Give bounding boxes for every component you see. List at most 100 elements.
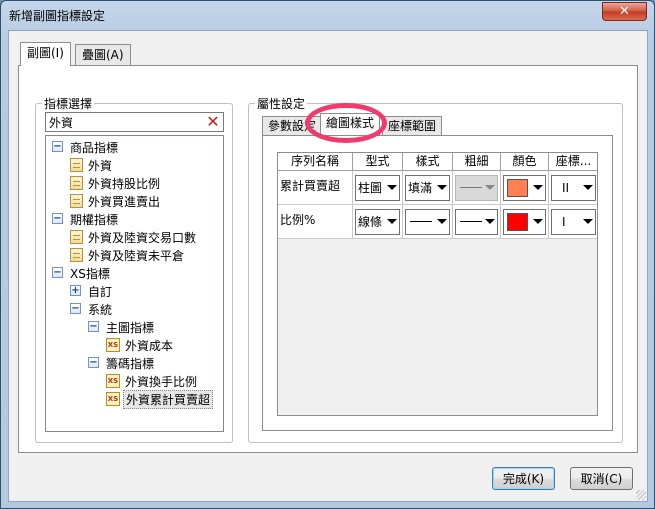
axis-cell: I (549, 205, 597, 239)
tree-node-label-selected: 外資累計買賣超 (123, 390, 214, 409)
xs-script-icon: XS (106, 374, 120, 388)
style-dropdown[interactable]: 填滿 (405, 175, 450, 201)
tree-node-custom[interactable]: + 自訂 (46, 282, 223, 300)
color-swatch (507, 213, 528, 231)
tree-node-label: 商品指標 (70, 141, 119, 155)
tree-node-label: 外資及陸資未平倉 (88, 249, 185, 263)
tree-node-main-chart-indicators[interactable]: − 主圖指標 (46, 318, 223, 336)
dropdown-arrow-icon (437, 219, 447, 224)
style-cell (403, 205, 453, 239)
type-value: 柱圖 (358, 181, 383, 195)
clear-search-icon[interactable]: ✕ (205, 113, 221, 131)
collapse-icon[interactable]: − (52, 141, 63, 152)
style-dropdown[interactable] (405, 209, 450, 235)
tree-node-label: 外資成本 (125, 339, 174, 353)
tree-node-label: 外資及陸資交易口數 (88, 231, 197, 245)
tree-node-foreign-cumulative[interactable]: XS 外資累計買賣超 (46, 390, 223, 409)
column-header-style[interactable]: 樣式 (403, 153, 453, 171)
document-icon (70, 176, 83, 190)
collapse-icon[interactable]: − (70, 303, 81, 314)
thickness-dropdown[interactable] (455, 209, 498, 235)
tree-node-foreign-buy-sell[interactable]: 外資買進賣出 (46, 192, 223, 210)
tree-node-label: 自訂 (88, 285, 113, 299)
expand-icon[interactable]: + (70, 285, 81, 296)
tree-node-label: 外資 (88, 159, 113, 173)
dropdown-arrow-icon (387, 219, 397, 224)
document-icon (70, 194, 83, 208)
title-bar[interactable]: 新增副圖指標設定 ✕ (1, 1, 654, 29)
line-thickness-sample (460, 221, 482, 222)
dropdown-arrow-icon (485, 219, 495, 224)
dropdown-arrow-icon (533, 219, 543, 224)
property-settings-legend: 屬性設定 (257, 97, 306, 111)
column-header-thickness[interactable]: 粗細 (453, 153, 501, 171)
tree-node-foreign[interactable]: 外資 (46, 156, 223, 174)
dropdown-arrow-icon (387, 185, 397, 190)
dropdown-arrow-icon (583, 219, 593, 224)
type-dropdown[interactable]: 柱圖 (355, 175, 400, 201)
indicator-selection-legend: 指標選擇 (44, 97, 93, 111)
tab-subchart[interactable]: 副圖(I) (20, 42, 71, 66)
color-dropdown[interactable] (503, 175, 546, 201)
tab-overlay[interactable]: 疊圖(A) (75, 44, 131, 66)
tree-node-system[interactable]: − 系統 (46, 300, 223, 318)
search-box: ✕ (45, 112, 224, 132)
style-cell: 填滿 (403, 171, 453, 205)
cancel-button[interactable]: 取消(C) (570, 467, 633, 490)
resize-grip-icon[interactable] (636, 490, 646, 500)
axis-value: I (562, 215, 566, 229)
tree-node-foreign-holding-ratio[interactable]: 外資持股比例 (46, 174, 223, 192)
tree-node-label: 期權指標 (70, 213, 119, 227)
tree-node-xs-indicators[interactable]: − XS指標 (46, 264, 223, 282)
color-cell (501, 205, 549, 239)
column-header-type[interactable]: 型式 (353, 153, 403, 171)
collapse-icon[interactable]: − (88, 357, 99, 368)
thickness-cell (453, 205, 501, 239)
type-dropdown[interactable]: 線條 (355, 209, 400, 235)
thickness-dropdown-disabled (455, 175, 498, 201)
tab-parameters[interactable]: 參數設定 (262, 116, 323, 136)
tree-node-label: 外資買進賣出 (88, 195, 161, 209)
type-cell: 線條 (353, 205, 403, 239)
document-icon (70, 248, 83, 262)
dropdown-arrow-icon (437, 185, 447, 190)
tree-node-foreign-open-interest[interactable]: 外資及陸資未平倉 (46, 246, 223, 264)
tree-node-label: 外資換手比例 (125, 375, 198, 389)
tree-node-chip-indicators[interactable]: − 籌碼指標 (46, 354, 223, 372)
tree-node-label: 外資持股比例 (88, 177, 161, 191)
dropdown-arrow-icon (583, 185, 593, 190)
column-header-series-name[interactable]: 序列名稱 (278, 153, 353, 171)
tree-node-product-indicators[interactable]: − 商品指標 (46, 138, 223, 156)
collapse-icon[interactable]: − (52, 213, 63, 224)
axis-dropdown[interactable]: II (551, 175, 596, 201)
type-cell: 柱圖 (353, 171, 403, 205)
column-header-axis[interactable]: 座標... (549, 153, 597, 171)
dropdown-arrow-icon (485, 185, 495, 190)
indicator-tree[interactable]: − 商品指標 外資 外資持股比例 外資買進賣出 − 期權指標 外資及陸資交易口數… (45, 135, 224, 432)
search-input[interactable] (46, 113, 196, 131)
color-swatch (507, 179, 528, 197)
series-name-cell: 比例% (278, 205, 353, 239)
color-dropdown[interactable] (503, 209, 546, 235)
collapse-icon[interactable]: − (88, 321, 99, 332)
dropdown-arrow-icon (533, 185, 543, 190)
axis-cell: II (549, 171, 597, 205)
tree-node-foreign-cost[interactable]: XS 外資成本 (46, 336, 223, 354)
tree-node-label: 主圖指標 (106, 321, 155, 335)
series-style-grid[interactable]: 序列名稱 型式 樣式 粗細 顏色 座標... 累計買賣超 柱圖 填滿 II 比例… (277, 152, 598, 416)
close-button[interactable]: ✕ (602, 2, 647, 21)
line-style-sample (410, 221, 432, 222)
column-header-color[interactable]: 顏色 (501, 153, 549, 171)
tree-node-foreign-contracts[interactable]: 外資及陸資交易口數 (46, 228, 223, 246)
tree-node-options-indicators[interactable]: − 期權指標 (46, 210, 223, 228)
color-cell (501, 171, 549, 205)
style-value: 填滿 (408, 181, 433, 195)
finish-button[interactable]: 完成(K) (492, 467, 555, 490)
tab-axis-range[interactable]: 座標範圍 (382, 116, 443, 136)
collapse-icon[interactable]: − (52, 267, 63, 278)
tab-drawing-style[interactable]: 繪圖樣式 (320, 113, 381, 135)
axis-dropdown[interactable]: I (551, 209, 596, 235)
tree-node-foreign-turnover[interactable]: XS 外資換手比例 (46, 372, 223, 390)
thickness-cell (453, 171, 501, 205)
tree-node-label: XS指標 (70, 267, 110, 281)
